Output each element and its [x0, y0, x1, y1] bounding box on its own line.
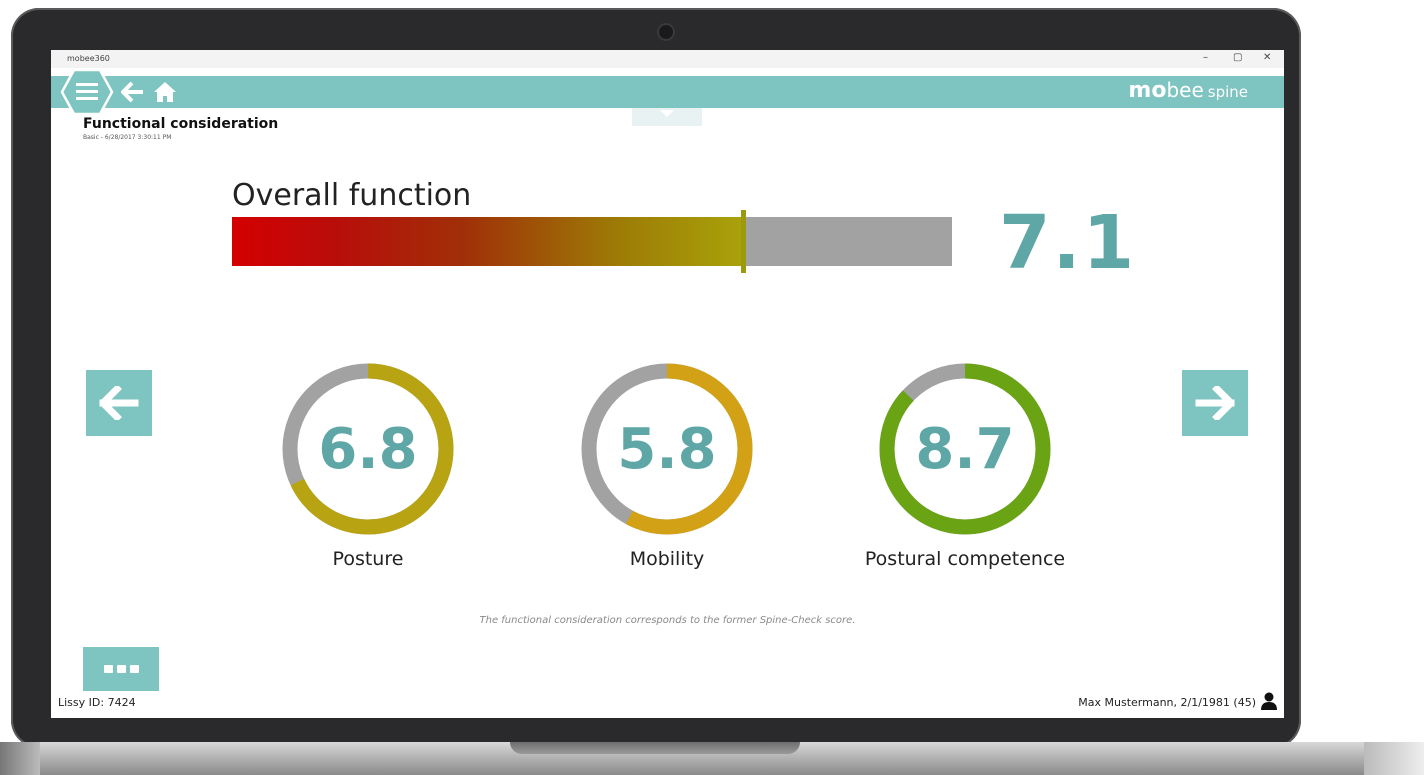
patient-info: Max Mustermann, 2/1/1981 (45): [1078, 696, 1256, 709]
overall-function-value: 7.1: [999, 200, 1137, 286]
laptop-base-edge: [0, 742, 40, 775]
mobility-label: Mobility: [629, 548, 705, 570]
postural-competence-label: Postural competence: [864, 548, 1066, 570]
menu-icon: [76, 83, 98, 100]
laptop-notch: [510, 742, 800, 754]
user-icon[interactable]: [1261, 692, 1277, 710]
app-screen: mobee360 – ▢ ✕ mobee spine Functional co…: [51, 50, 1284, 718]
footnote: The functional consideration corresponds…: [479, 615, 856, 626]
page-title: Functional consideration: [83, 116, 279, 132]
mobility-gauge: 5.8: [579, 361, 755, 537]
chevron-down-icon: [660, 110, 674, 117]
close-button[interactable]: ✕: [1263, 52, 1271, 63]
dot: [129, 665, 139, 673]
maximize-button[interactable]: ▢: [1233, 52, 1242, 63]
brand-logo-part: mo: [1128, 78, 1167, 103]
pulldown-handle[interactable]: [632, 108, 702, 126]
lissy-id: Lissy ID: 7424: [58, 696, 136, 709]
posture-value: 6.8: [318, 416, 418, 482]
brand-logo: mobee spine: [1128, 78, 1248, 103]
laptop-frame: mobee360 – ▢ ✕ mobee spine Functional co…: [11, 8, 1301, 748]
minimize-button[interactable]: –: [1203, 52, 1208, 63]
brand-logo-product: spine: [1207, 83, 1248, 101]
window-title: mobee360: [67, 54, 110, 63]
home-icon[interactable]: [153, 81, 177, 103]
overall-function-bar: [232, 210, 952, 273]
arrow-right-icon: [1195, 386, 1235, 420]
mobility-value: 5.8: [617, 416, 717, 482]
brand-logo-part: bee: [1166, 78, 1204, 102]
overall-function-fill: [232, 217, 744, 266]
postural-competence-value: 8.7: [915, 416, 1015, 482]
window-titlebar: mobee360 – ▢ ✕: [51, 50, 1284, 68]
more-options-button[interactable]: [83, 647, 159, 691]
back-arrow-icon[interactable]: [121, 81, 145, 103]
previous-page-button[interactable]: [86, 370, 152, 436]
overall-function-marker: [741, 210, 747, 273]
laptop-base-edge: [1364, 742, 1424, 775]
posture-gauge: 6.8: [280, 361, 456, 537]
page-subtitle: Basic - 6/28/2017 3:30:11 PM: [83, 134, 172, 141]
next-page-button[interactable]: [1182, 370, 1248, 436]
arrow-left-icon: [99, 386, 139, 420]
posture-label: Posture: [332, 548, 404, 570]
menu-button[interactable]: [60, 68, 114, 116]
camera-icon: [657, 23, 675, 41]
overall-function-label: Overall function: [232, 178, 472, 213]
dot: [116, 665, 126, 673]
dot: [103, 665, 113, 673]
app-header-bar: mobee spine: [51, 68, 1284, 116]
postural-competence-gauge: 8.7: [877, 361, 1053, 537]
